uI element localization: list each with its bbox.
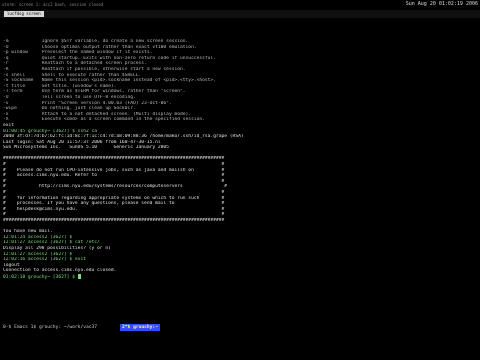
terminal-window[interactable]: lucfdsg screen -m Ignore $STY variable, … <box>0 10 480 360</box>
text-cursor <box>77 273 81 279</box>
status-window-list[interactable]: 0-$ Emacs 1$ grouchy: ~/work/vac37 <box>3 324 97 331</box>
active-window-label: 2*$ grouchy: <box>122 325 156 330</box>
status-active-window[interactable]: 2*$ grouchy:~ <box>120 324 160 331</box>
clock: Sun Aug 20 01:02:19 2006 <box>405 1 478 7</box>
terminal-output: -m Ignore $STY variable, do create a new… <box>3 39 473 280</box>
terminal-title-bar: lucfdsg screen <box>0 10 480 18</box>
screen-status-bar: 0-$ Emacs 1$ grouchy: ~/work/vac37 2*$ g… <box>0 324 480 331</box>
system-top-bar: xterm: screen 1: acc2 bash, session clos… <box>0 0 480 10</box>
terminal-tab[interactable]: lucfdsg screen <box>4 11 44 17</box>
window-caption: xterm: screen 1: acc2 bash, session clos… <box>2 2 104 7</box>
terminal-line: 01:02:18 grouchy~ [3627] $ <box>3 273 473 280</box>
active-window-suffix: ~ <box>155 325 158 330</box>
